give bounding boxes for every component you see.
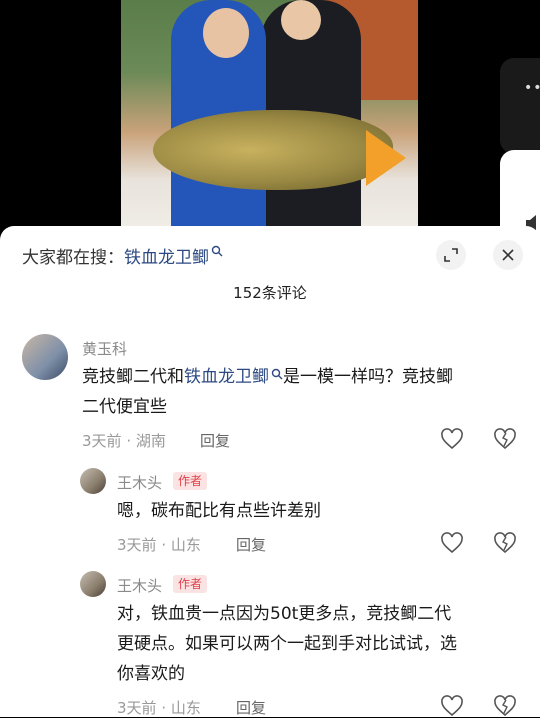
like-heart-icon[interactable] (440, 532, 464, 554)
comment-time: 3天前 (117, 699, 157, 717)
reply-button[interactable]: 回复 (236, 697, 266, 718)
more-dots-icon: •• (524, 80, 540, 96)
comment-meta: 3天前 · 山东 (117, 697, 201, 718)
meta-separator: · (156, 699, 171, 717)
more-options-button[interactable] (500, 58, 540, 154)
search-prefix: 大家都在搜： (22, 247, 124, 268)
comment-meta: 3天前 · 湖南 (82, 430, 166, 451)
video-player[interactable] (0, 0, 540, 240)
comment-location: 山东 (170, 536, 201, 554)
avatar[interactable] (22, 334, 68, 380)
avatar[interactable] (80, 571, 106, 597)
expand-button[interactable] (436, 240, 466, 270)
author-badge: 作者 (173, 575, 208, 593)
dislike-heart-icon[interactable] (493, 428, 517, 450)
meta-separator: · (156, 536, 171, 554)
expand-icon (444, 248, 458, 262)
comment-text: 嗯，碳布配比有点些许差别 (117, 501, 321, 521)
comment-text-part: 对，铁血贵一点因为50t更多点，竞技鲫二代 (117, 604, 452, 624)
fish-tail (366, 130, 406, 186)
comment-location: 湖南 (135, 432, 166, 450)
reply-item: 王木头 作者 嗯，碳布配比有点些许差别 3天前 · 山东 回复 (0, 468, 540, 558)
reply-button[interactable]: 回复 (200, 430, 230, 451)
comment-search-link[interactable]: 铁血龙卫鲫 (184, 367, 269, 387)
comment-text-part: 二代便宜些 (82, 397, 167, 417)
comment-text: 对，铁血贵一点因为50t更多点，竞技鲫二代 更硬点。如果可以两个一起到手对比试试… (117, 599, 537, 689)
search-icon (271, 368, 283, 380)
comment-text: 竞技鲫二代和铁血龙卫鲫 是一模一样吗？竞技鲫 二代便宜些 (82, 362, 522, 422)
close-button[interactable] (493, 240, 523, 270)
comment-text-part: 是一模一样吗？竞技鲫 (283, 367, 453, 387)
comment-location: 山东 (170, 699, 201, 717)
comment-meta: 3天前 · 山东 (117, 534, 201, 555)
comment-text-part: 更硬点。如果可以两个一起到手对比试试，选 (117, 634, 457, 654)
reply-item: 王木头 作者 对，铁血贵一点因为50t更多点，竞技鲫二代 更硬点。如果可以两个一… (0, 571, 540, 717)
comment-username[interactable]: 王木头 (117, 575, 162, 596)
video-thumbnail (121, 0, 418, 240)
face-right (281, 0, 321, 40)
fish-image (153, 110, 393, 190)
like-heart-icon[interactable] (440, 428, 464, 450)
comment-text-part: 竞技鲫二代和 (82, 367, 184, 387)
comment-time: 3天前 (82, 432, 122, 450)
comment-sheet: 大家都在搜： 铁血龙卫鲫 152条评论 黄玉科 竞技鲫二代和铁血龙卫鲫 是一模一样… (0, 226, 540, 717)
comment-username[interactable]: 黄玉科 (82, 338, 127, 359)
face-left (203, 8, 249, 58)
search-term-link[interactable]: 铁血龙卫鲫 (124, 243, 209, 268)
comment-item: 黄玉科 竞技鲫二代和铁血龙卫鲫 是一模一样吗？竞技鲫 二代便宜些 3天前 · 湖南… (0, 334, 540, 454)
reply-button[interactable]: 回复 (236, 534, 266, 555)
dislike-heart-icon[interactable] (493, 532, 517, 554)
avatar[interactable] (80, 468, 106, 494)
close-icon (502, 249, 514, 261)
dislike-heart-icon[interactable] (493, 695, 517, 717)
like-heart-icon[interactable] (440, 695, 464, 717)
search-icon (211, 245, 223, 257)
suggested-search[interactable]: 大家都在搜： 铁血龙卫鲫 (22, 242, 223, 268)
comment-count: 152条评论 (233, 284, 307, 302)
meta-separator: · (121, 432, 136, 450)
comment-username[interactable]: 王木头 (117, 472, 162, 493)
comment-time: 3天前 (117, 536, 157, 554)
comment-text-part: 你喜欢的 (117, 664, 185, 684)
author-badge: 作者 (173, 472, 208, 490)
